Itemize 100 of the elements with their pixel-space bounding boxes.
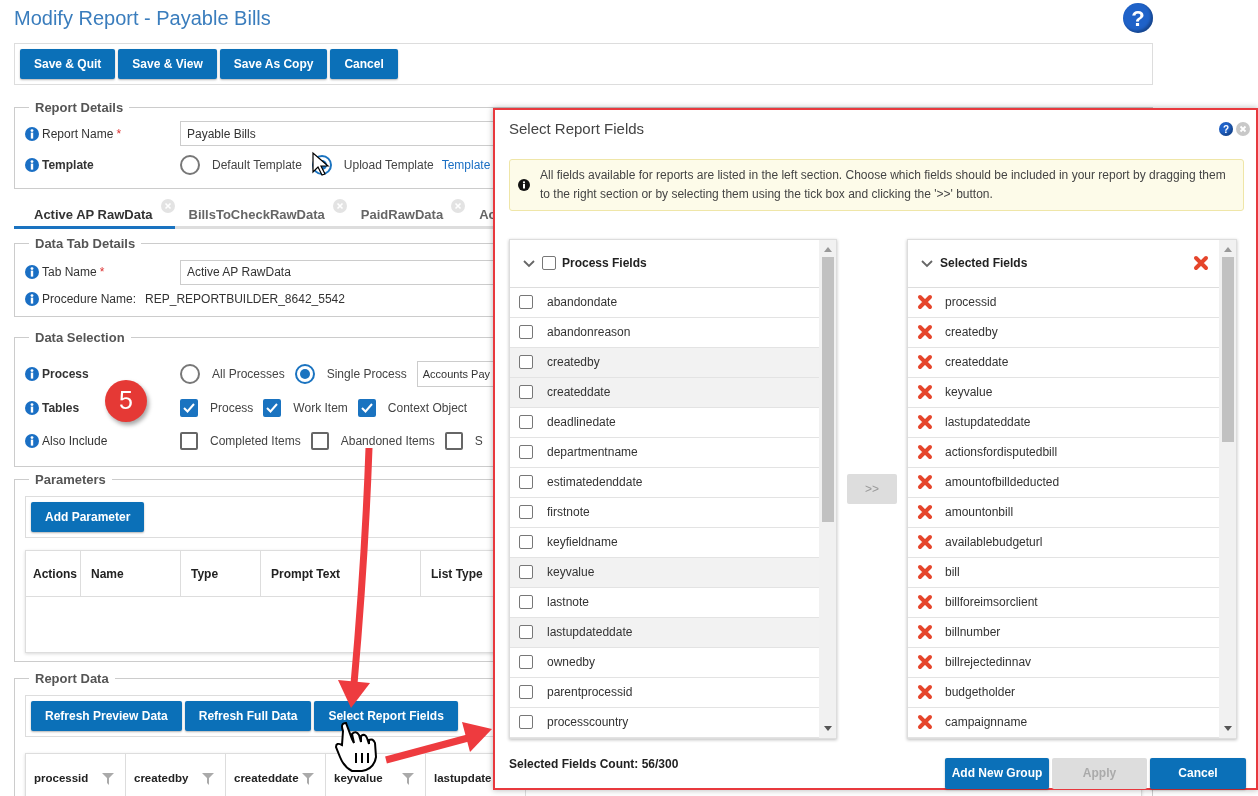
remove-icon[interactable] <box>917 714 933 730</box>
field-list-item[interactable]: lastupdateddate <box>510 617 819 648</box>
field-list-item[interactable]: abandondate <box>510 287 819 318</box>
remove-icon[interactable] <box>917 354 933 370</box>
checkbox[interactable] <box>519 595 533 609</box>
toolbar-button[interactable]: Save As Copy <box>219 49 328 79</box>
selected-field-item[interactable]: lastupdateddate <box>908 407 1219 438</box>
checkbox[interactable] <box>519 505 533 519</box>
remove-icon[interactable] <box>917 654 933 670</box>
filter-icon[interactable] <box>201 771 215 786</box>
remove-icon[interactable] <box>917 444 933 460</box>
scroll-up-icon[interactable] <box>822 245 833 253</box>
checkbox[interactable] <box>542 256 556 270</box>
checkbox[interactable] <box>444 432 463 450</box>
checkbox[interactable] <box>519 475 533 489</box>
remove-icon[interactable] <box>917 594 933 610</box>
selected-field-item[interactable]: amountofbilldeducted <box>908 467 1219 498</box>
checkbox[interactable] <box>519 445 533 459</box>
remove-icon[interactable] <box>917 624 933 640</box>
remove-icon[interactable] <box>917 414 933 430</box>
checkbox[interactable] <box>519 685 533 699</box>
checkbox[interactable] <box>519 325 533 339</box>
checkbox[interactable] <box>519 415 533 429</box>
checkbox[interactable] <box>519 715 533 729</box>
radio-button[interactable] <box>294 364 315 384</box>
field-list-item[interactable]: createdby <box>510 347 819 378</box>
report-data-button[interactable]: Refresh Full Data <box>184 701 312 731</box>
radio-button[interactable] <box>180 154 200 175</box>
selected-field-item[interactable]: campaignname <box>908 707 1219 738</box>
checkbox[interactable] <box>519 295 533 309</box>
help-icon[interactable]: ? <box>1219 122 1233 137</box>
field-list-item[interactable]: processcountry <box>510 707 819 738</box>
checkbox[interactable] <box>519 655 533 669</box>
toolbar-button[interactable]: Save & View <box>118 49 217 79</box>
info-icon <box>25 265 39 279</box>
selected-field-item[interactable]: processid <box>908 287 1219 318</box>
field-list-item[interactable]: keyfieldname <box>510 527 819 558</box>
report-data-button[interactable]: Refresh Preview Data <box>31 701 182 731</box>
field-list-item[interactable]: lastnote <box>510 587 819 618</box>
selected-field-item[interactable]: billforeimsorclient <box>908 587 1219 618</box>
remove-icon[interactable] <box>917 294 933 310</box>
selected-field-item[interactable]: createddate <box>908 347 1219 378</box>
scrollbar[interactable] <box>1219 239 1236 738</box>
selected-field-item[interactable]: amountonbill <box>908 497 1219 528</box>
filter-icon[interactable] <box>401 771 415 786</box>
selected-field-item[interactable]: billnumber <box>908 617 1219 648</box>
remove-icon[interactable] <box>917 504 933 520</box>
selected-field-item[interactable]: actionsfordisputedbill <box>908 437 1219 468</box>
checkbox[interactable] <box>310 432 329 450</box>
template-link[interactable]: Template <box>441 155 491 174</box>
field-list-item[interactable]: estimatedenddate <box>510 467 819 498</box>
remove-icon[interactable] <box>1193 255 1209 271</box>
filter-icon[interactable] <box>301 771 315 786</box>
remove-icon[interactable] <box>917 684 933 700</box>
toolbar-button[interactable]: Cancel <box>330 49 398 79</box>
scroll-down-icon[interactable] <box>822 724 833 732</box>
selected-field-item[interactable]: budgetholder <box>908 677 1219 708</box>
checkbox[interactable] <box>519 535 533 549</box>
remove-icon[interactable] <box>917 324 933 340</box>
report-data-button[interactable]: Select Report Fields <box>314 701 458 731</box>
field-list-item[interactable]: firstnote <box>510 497 819 528</box>
remove-icon[interactable] <box>917 474 933 490</box>
checkbox[interactable] <box>180 399 198 417</box>
chevron-down-icon[interactable] <box>522 257 536 269</box>
checkbox[interactable] <box>519 355 533 369</box>
checkbox[interactable] <box>519 385 533 399</box>
field-list-item[interactable]: deadlinedate <box>510 407 819 438</box>
toolbar-button[interactable]: Save & Quit <box>20 49 116 79</box>
scrollbar[interactable] <box>819 239 836 738</box>
selected-field-item[interactable]: availablebudgeturl <box>908 527 1219 558</box>
tab[interactable]: Active AP RawData <box>14 197 175 229</box>
checkbox[interactable] <box>519 625 533 639</box>
radio-button[interactable] <box>180 364 200 384</box>
field-list-item[interactable]: createddate <box>510 377 819 408</box>
selected-field-item[interactable]: createdby <box>908 317 1219 348</box>
field-list-item[interactable]: ownedby <box>510 647 819 678</box>
field-list-item[interactable]: keyvalue <box>510 557 819 588</box>
scroll-down-icon[interactable] <box>1222 724 1233 732</box>
checkbox[interactable] <box>357 399 376 417</box>
field-list-item[interactable]: abandonreason <box>510 317 819 348</box>
checkbox[interactable] <box>180 432 198 450</box>
selected-field-item[interactable]: bill <box>908 557 1219 588</box>
checkbox[interactable] <box>263 399 282 417</box>
field-list-item[interactable]: parentprocessid <box>510 677 819 708</box>
filter-icon[interactable] <box>101 771 115 786</box>
tab[interactable]: PaidRawData <box>346 197 466 229</box>
selected-field-item[interactable]: billrejectedinnav <box>908 647 1219 678</box>
remove-icon[interactable] <box>917 534 933 550</box>
dialog-button[interactable]: Cancel <box>1150 757 1246 789</box>
tab[interactable]: BillsToCheckRawData <box>174 197 347 229</box>
checkbox[interactable] <box>519 565 533 579</box>
remove-icon[interactable] <box>917 564 933 580</box>
field-list-item[interactable]: departmentname <box>510 437 819 468</box>
remove-icon[interactable] <box>917 384 933 400</box>
selected-field-item[interactable]: keyvalue <box>908 377 1219 408</box>
help-icon[interactable]: ? <box>1123 3 1153 33</box>
dialog-button[interactable]: Add New Group <box>945 757 1049 789</box>
chevron-down-icon[interactable] <box>920 257 934 269</box>
scroll-up-icon[interactable] <box>1222 245 1233 253</box>
add-parameter-button[interactable]: Add Parameter <box>31 502 145 532</box>
